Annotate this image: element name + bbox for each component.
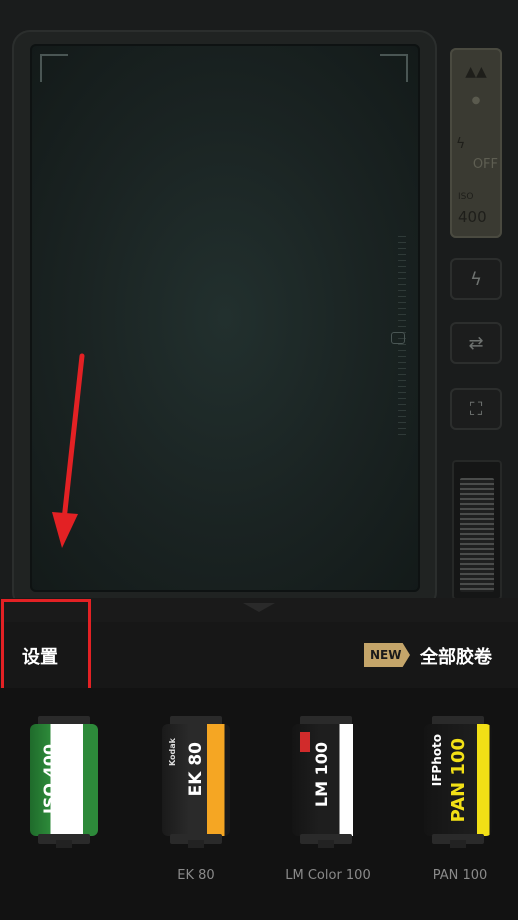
film-can: LM 100 bbox=[292, 724, 360, 836]
film-brand: IFPhoto bbox=[430, 734, 444, 787]
film-label-pan-100: PAN 100 bbox=[432, 868, 488, 883]
viewfinder[interactable] bbox=[30, 44, 420, 592]
lightning-icon: ϟ bbox=[456, 136, 466, 152]
new-badge: NEW bbox=[364, 643, 410, 667]
film-brand: FUJIFILM bbox=[84, 746, 93, 786]
switch-camera-button[interactable]: ⇄ bbox=[450, 322, 502, 364]
frame-icon: ⛶ bbox=[469, 398, 483, 420]
color-swatch bbox=[300, 732, 310, 752]
viewfinder-corner-top-left bbox=[40, 54, 68, 82]
frame-button[interactable]: ⛶ bbox=[450, 388, 502, 430]
film-roll-text: PAN 100 bbox=[448, 738, 469, 823]
camera-view: ▲▲ ● ϟ OFF ISO 400 ϟ ⇄ ⛶ bbox=[0, 0, 518, 622]
film-roll-ek-80[interactable]: Kodak EK 80 bbox=[160, 716, 232, 848]
person-icon: ● bbox=[471, 95, 481, 106]
lightning-icon: ϟ bbox=[470, 268, 482, 290]
film-can: ISO 400 FUJIFILM bbox=[30, 724, 98, 836]
highlight-box bbox=[1, 599, 91, 691]
film-roll-lm-color-100[interactable]: LM 100 bbox=[290, 716, 362, 848]
repeat-icon: ⇄ bbox=[468, 332, 484, 354]
iso-value: 400 bbox=[458, 208, 487, 226]
shutter-slider[interactable] bbox=[460, 478, 494, 592]
film-roll-fuji-iso-400[interactable]: ISO 400 FUJIFILM bbox=[28, 716, 100, 848]
film-roll-pan-100[interactable]: IFPhoto PAN 100 bbox=[422, 716, 494, 848]
film-roll-text: LM 100 bbox=[312, 742, 331, 808]
focus-indicator-icon bbox=[391, 332, 405, 344]
film-brand: Kodak bbox=[168, 738, 177, 766]
film-can: Kodak EK 80 bbox=[162, 724, 230, 836]
film-roll-text: ISO 400 bbox=[40, 744, 59, 815]
film-roll-text: EK 80 bbox=[186, 742, 206, 797]
mountain-icon: ▲▲ bbox=[465, 64, 487, 80]
flash-button[interactable]: ϟ bbox=[450, 258, 502, 300]
film-can: IFPhoto PAN 100 bbox=[424, 724, 492, 836]
viewfinder-corner-top-right bbox=[380, 54, 408, 82]
flash-value: OFF bbox=[472, 157, 498, 172]
iso-label: ISO bbox=[458, 192, 474, 202]
film-label-lm-color-100: LM Color 100 bbox=[285, 868, 371, 883]
tray-handle-icon[interactable] bbox=[243, 603, 275, 612]
all-films-button[interactable]: 全部胶卷 bbox=[420, 643, 492, 669]
film-label-ek-80: EK 80 bbox=[177, 868, 215, 883]
